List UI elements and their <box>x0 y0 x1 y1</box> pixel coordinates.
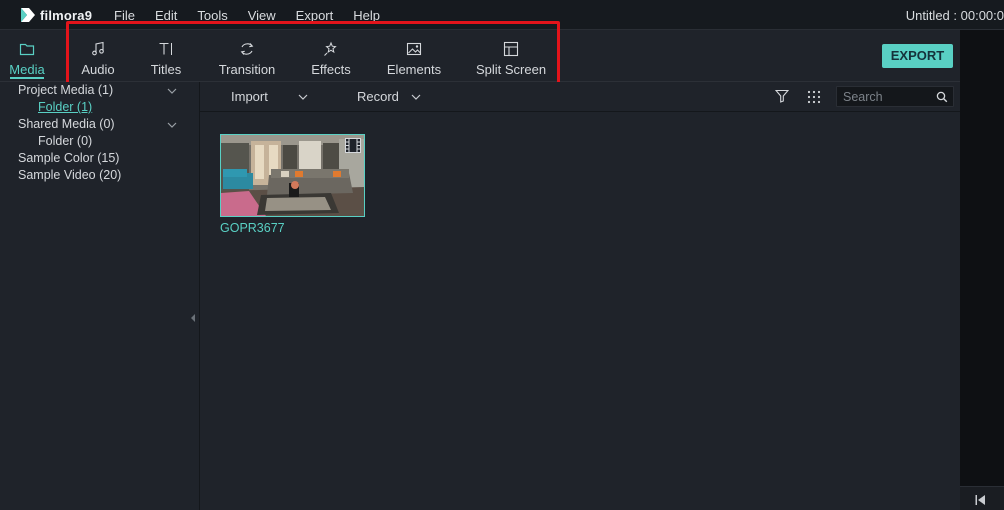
video-film-icon <box>345 138 361 153</box>
step-back-icon[interactable] <box>974 494 988 506</box>
main-menu: File Edit Tools View Export Help <box>114 8 400 23</box>
tab-elements-label: Elements <box>386 62 442 77</box>
tab-audio-label: Audio <box>81 62 115 77</box>
tab-elements[interactable]: Elements <box>384 30 444 82</box>
tree-item-sample-color[interactable]: Sample Color (15) <box>18 151 119 165</box>
menu-help[interactable]: Help <box>353 8 380 23</box>
search-box <box>836 86 954 107</box>
project-title: Untitled : 00:00:0 <box>905 8 1004 23</box>
transition-icon <box>240 43 254 55</box>
tab-titles[interactable]: Titles <box>146 30 186 82</box>
tab-transition[interactable]: Transition <box>214 30 280 82</box>
tab-media-label: Media <box>9 62 45 77</box>
module-toolbar: Media Audio Titles Transition Effects El… <box>0 30 960 82</box>
image-icon <box>406 42 422 56</box>
media-library-sidebar: Project Media (1) Folder (1) Shared Medi… <box>0 82 200 510</box>
grid-view-icon[interactable] <box>807 90 821 104</box>
titles-icon <box>159 42 172 55</box>
menu-export[interactable]: Export <box>296 8 334 23</box>
tab-titles-label: Titles <box>150 62 182 77</box>
app-logo: filmora9 <box>20 4 92 26</box>
media-content-area: Import Record Search GOPR3677 <box>200 82 960 510</box>
tab-audio[interactable]: Audio <box>77 30 119 82</box>
folder-icon <box>19 43 35 56</box>
tree-item-shared-folder[interactable]: Folder (0) <box>38 134 92 148</box>
import-label: Import <box>231 89 268 104</box>
search-icon[interactable] <box>936 91 948 103</box>
chevron-down-icon <box>298 94 308 100</box>
tab-split-screen[interactable]: Split Screen <box>474 30 548 82</box>
tree-item-sample-video[interactable]: Sample Video (20) <box>18 168 121 182</box>
record-dropdown[interactable]: Record <box>357 89 421 104</box>
filter-icon[interactable] <box>775 89 789 103</box>
split-screen-icon <box>503 41 519 57</box>
tree-item-project-media[interactable]: Project Media (1) <box>18 83 113 97</box>
search-input[interactable] <box>843 89 933 105</box>
tab-transition-label: Transition <box>218 62 276 77</box>
menu-edit[interactable]: Edit <box>155 8 177 23</box>
menu-view[interactable]: View <box>248 8 276 23</box>
record-label: Record <box>357 89 399 104</box>
media-item-name: GOPR3677 <box>220 221 285 235</box>
effects-icon <box>324 41 337 56</box>
tree-item-project-folder[interactable]: Folder (1) <box>38 100 92 114</box>
filmora-logo-icon <box>21 8 35 22</box>
living-room-video-thumbnail-icon <box>221 135 364 216</box>
tab-effects[interactable]: Effects <box>308 30 354 82</box>
menu-tools[interactable]: Tools <box>197 8 227 23</box>
media-thumbnail <box>220 134 365 217</box>
menu-file[interactable]: File <box>114 8 135 23</box>
media-toolbar: Import Record <box>200 82 960 112</box>
collapse-sidebar-icon[interactable] <box>190 314 196 322</box>
tab-effects-label: Effects <box>311 62 351 77</box>
chevron-down-icon[interactable] <box>167 122 177 128</box>
chevron-down-icon <box>411 94 421 100</box>
export-button[interactable]: EXPORT <box>882 44 953 68</box>
chevron-down-icon[interactable] <box>167 88 177 94</box>
media-item[interactable]: GOPR3677 <box>220 134 365 235</box>
preview-panel-edge <box>960 30 1004 510</box>
import-dropdown[interactable]: Import <box>231 89 308 104</box>
music-note-icon <box>92 41 104 56</box>
app-logo-text: filmora9 <box>40 7 93 23</box>
tab-media[interactable]: Media <box>6 30 48 82</box>
menu-bar: filmora9 File Edit Tools View Export Hel… <box>0 0 1004 30</box>
tree-item-shared-media[interactable]: Shared Media (0) <box>18 117 115 131</box>
tab-split-screen-label: Split Screen <box>475 62 547 77</box>
